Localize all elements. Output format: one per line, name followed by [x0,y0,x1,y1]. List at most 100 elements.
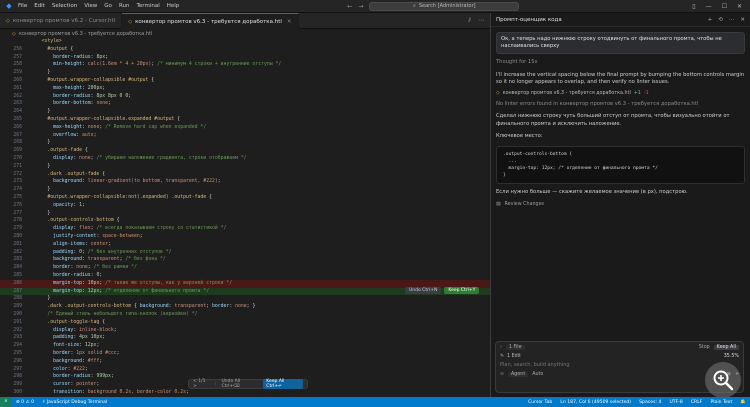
code-line[interactable]: 292 display: inline-block; [0,327,490,335]
minimize-icon[interactable]: — [706,3,712,10]
back-arrow-icon[interactable]: ← [347,3,352,10]
code-line[interactable]: 256 #output { [0,46,490,54]
menu-view[interactable]: View [84,3,97,9]
code-editor[interactable]: <style> 256 #output {257 border-radius: 8… [0,38,490,397]
user-message[interactable]: Ок, а теперь надо нижнюю строку отодвину… [496,32,745,54]
notifications-icon[interactable]: 🔔 [736,400,750,405]
code-line[interactable]: 258 min-height: calc(1.6em * 4 + 20px); … [0,61,490,69]
files-changed-tag[interactable]: 1 File [505,345,525,350]
menu-run[interactable]: Run [119,3,130,9]
code-line[interactable]: 270 display: none; /* убираем наложение … [0,155,490,163]
line-number: 286 [13,280,22,286]
breadcrumb-file[interactable]: конвертор промтов v6.3 - требуется дораб… [19,31,153,37]
code-line[interactable]: 290 /* Единый стиль небольшого типа-кноп… [0,311,490,319]
indentation[interactable]: Spaces: 4 [635,400,665,405]
menu-edit[interactable]: Edit [34,3,45,9]
remote-indicator[interactable]: ⨯ [0,397,12,407]
code-line[interactable]: 295 border: 1px solid #ccc; [0,350,490,358]
model-select[interactable]: Auto [532,372,543,377]
code-line[interactable]: 261 max-height: 200px; [0,85,490,93]
code-line[interactable]: 269 .output-fade { [0,147,490,155]
more-actions-icon[interactable]: ⋯ [478,17,484,24]
code-line[interactable]: 263 border-bottom: none; [0,100,490,108]
thought-indicator[interactable]: Thought for 15s [496,59,745,67]
menu-go[interactable]: Go [104,3,112,9]
code-line[interactable]: 274 } [0,186,490,194]
edit-count[interactable]: 1 Edit [507,354,521,359]
code-line[interactable]: 272 .dark .output-fade { [0,171,490,179]
code-line[interactable]: 268 } [0,139,490,147]
code-line[interactable]: 283 background: transparent; /* без фона… [0,256,490,264]
code-line[interactable]: 265 #output.wrapper-collapsible.expanded… [0,116,490,124]
undo-all-button[interactable]: Undo All Ctrl+⌫ [221,379,258,389]
code-line[interactable]: 284 border: none; /* без рамки */ [0,264,490,272]
chat-input[interactable]: Plan, search, build anything [496,360,743,371]
code-line[interactable]: 282 padding: 0; /* без внутренних отступ… [0,249,490,257]
encoding[interactable]: UTF-8 [665,400,686,405]
code-line[interactable]: 264 } [0,108,490,116]
problems-count[interactable]: ⊗ 0 ⚠ 0 [12,400,38,405]
more-icon[interactable]: ⋯ [729,17,735,23]
close-panel-icon[interactable]: ✕ [740,17,745,23]
review-changes[interactable]: ▤ Review Changes [496,202,745,207]
code-line[interactable]: 296 background: #fff; [0,358,490,366]
code-line[interactable]: 279 display: flex; /* всегда показываем … [0,225,490,233]
new-chat-icon[interactable]: + [708,17,713,23]
code-line[interactable]: 257 border-radius: 8px; [0,54,490,62]
debug-terminal[interactable]: ⚡ JavaScript Debug Terminal [38,400,111,405]
tab-v6-2[interactable]: ◇ конвертор промтов v6.2 - Cursor.htl [0,13,123,29]
maximize-icon[interactable]: ☐ [722,3,727,10]
code-line[interactable]: 259 } [0,69,490,77]
code-line[interactable]: 277 } [0,210,490,218]
code-line[interactable]: 271 } [0,163,490,171]
forward-arrow-icon[interactable]: → [358,3,363,10]
code-line[interactable]: 276 opacity: 1; [0,202,490,210]
keep-all-button[interactable]: Keep All Ctrl+↵ [263,379,303,389]
code-line[interactable]: 262 border-radius: 8px 8px 0 0; [0,93,490,101]
close-window-icon[interactable]: ✕ [737,3,742,10]
undo-change-button[interactable]: Undo Ctrl+N [405,287,442,294]
zoom-magnifier-icon[interactable] [705,362,741,398]
code-line[interactable]: 278 .output-controls-bottom { [0,217,490,225]
line-ending[interactable]: CRLF [687,400,707,405]
code-line[interactable]: 266 max-height: none; /* Remove hard cap… [0,124,490,132]
code-line[interactable]: 273 background: linear-gradient(to botto… [0,178,490,186]
cursor-position[interactable]: Ln 187, Col 6 (49509 selected) [556,400,635,405]
code-line[interactable]: 288 } [0,295,490,303]
chevron-down-icon[interactable]: › [500,345,502,350]
stop-button[interactable]: Stop [699,345,710,350]
code-line[interactable]: <style> [0,38,490,46]
code-token: <style> [41,39,62,44]
code-line[interactable]: 294 font-size: 12px; [0,342,490,350]
code-line[interactable]: 281 align-items: center; [0,241,490,249]
code-line[interactable]: 291 .output-toggle-tag { [0,319,490,327]
keep-change-button[interactable]: Keep Ctrl+Y [444,287,480,294]
language-mode[interactable]: Plain Text [706,400,736,405]
command-search[interactable]: ⌕ Search [Administrator] [369,1,520,11]
layout-icon[interactable]: ▯ [692,3,695,10]
change-navigator[interactable]: < 1/1 > [193,379,210,389]
code-token: opacity [53,202,74,208]
code-line[interactable]: 260 #output.wrapper-collapsible #output … [0,77,490,85]
code-line[interactable]: 275 #output.wrapper-collapsible:not(.exp… [0,194,490,202]
code-line[interactable]: 297 color: #222; [0,366,490,374]
code-line[interactable]: 293 padding: 4px 10px; [0,334,490,342]
menu-file[interactable]: File [18,3,27,9]
split-editor-icon[interactable]: ⫽ [468,17,471,25]
code-line[interactable]: 289 .dark .output-controls-bottom { back… [0,303,490,311]
code-line[interactable]: 267 overflow: auto; [0,132,490,140]
code-line[interactable]: 300 transition: background 0.2s, border-… [0,389,490,397]
menu-selection[interactable]: Selection [52,3,77,9]
close-tab-icon[interactable]: ✕ [287,19,292,25]
code-line[interactable]: 280 justify-content: space-between; [0,233,490,241]
menu-help[interactable]: Help [167,3,180,9]
edited-file-chip[interactable]: ◇ конвертор промтов v6.3 - требуется дор… [496,91,745,96]
agent-mode-select[interactable]: Agent [508,372,529,377]
tab-v6-3[interactable]: ◇ конвертор промтов v6.3 - требуется дор… [122,13,299,29]
accept-all-button[interactable]: Keep All [713,345,739,350]
cursor-tab-status[interactable]: Cursor Tab [524,400,556,405]
history-icon[interactable]: ⟲ [718,17,723,23]
menu-terminal[interactable]: Terminal [136,3,159,9]
code-line[interactable]: 285 border-radius: 0; [0,272,490,280]
